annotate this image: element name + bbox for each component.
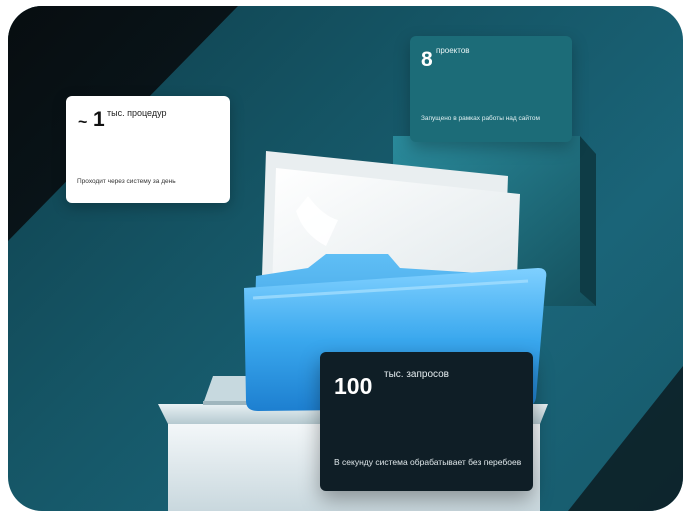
stat-value: 1 [93, 108, 105, 131]
stat-description: В секунду система обрабатывает без переб… [334, 457, 522, 467]
stat-prefix: ~ [78, 114, 88, 131]
stat-unit: проектов [436, 46, 470, 55]
stat-description: Проходит через систему за день [77, 178, 176, 185]
stat-unit: тыс. процедур [107, 108, 167, 118]
dark-corner-band [568, 366, 683, 511]
stat-card-projects: 8 проектов Запущено в рамках работы над … [410, 36, 572, 142]
stat-value: 100 [334, 373, 373, 399]
stat-card-procedures: ~ 1 тыс. процедур Проходит через систему… [66, 96, 230, 203]
hero-banner: ~ 1 тыс. процедур Проходит через систему… [8, 6, 683, 511]
stat-description: Запущено в рамках работы над сайтом [421, 115, 540, 122]
stat-value: 8 [421, 48, 433, 71]
stat-unit: тыс. запросов [384, 369, 449, 380]
teal-block-side [580, 136, 596, 306]
stat-card-requests: 100 тыс. запросов В секунду система обра… [320, 352, 533, 491]
